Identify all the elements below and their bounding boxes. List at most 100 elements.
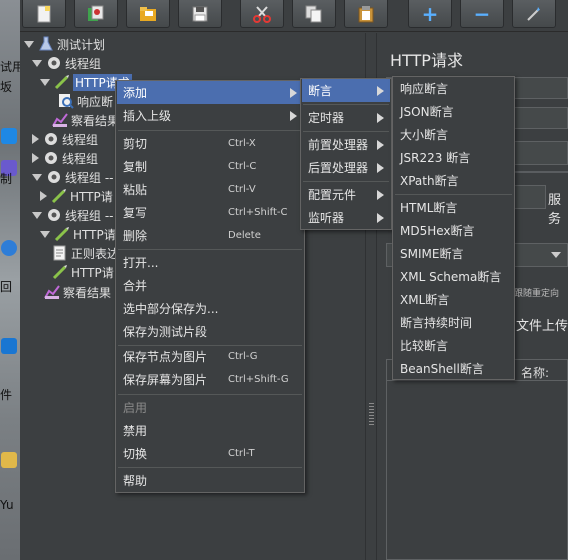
desktop-app-icon[interactable]: [1, 240, 17, 256]
menu-item-xpath-assertion[interactable]: XPath断言: [394, 169, 513, 192]
menu-item-add[interactable]: 添加: [117, 81, 303, 104]
new-button[interactable]: [22, 0, 66, 28]
submenu-arrow-icon: [290, 110, 297, 121]
menu-item-pre-processors[interactable]: 前置处理器: [302, 133, 390, 156]
menu-item-cut[interactable]: 剪切 Ctrl-X: [117, 132, 303, 155]
tree-node[interactable]: 测试计划: [24, 35, 105, 53]
menu-item-save-test-fragment[interactable]: 保存为测试片段: [117, 320, 303, 343]
menu-item-md5hex-assertion[interactable]: MD5Hex断言: [394, 219, 513, 242]
view-results-graph-icon: [44, 285, 60, 299]
expand-arrow-icon[interactable]: [32, 173, 42, 181]
new-document-icon: [37, 5, 51, 22]
menu-item-config-elements[interactable]: 配置元件: [302, 183, 390, 206]
menu-item-help[interactable]: 帮助: [117, 469, 303, 492]
tree-node[interactable]: 察看结果: [52, 111, 119, 129]
http-sampler-pen-icon: [51, 189, 66, 204]
save-button[interactable]: [178, 0, 222, 28]
menu-item-compare-assertion[interactable]: 比较断言: [394, 334, 513, 357]
menu-item-copy[interactable]: 复制 Ctrl-C: [117, 155, 303, 178]
menu-item-beanshell-assertion[interactable]: BeanShell断言: [394, 357, 513, 380]
tree-node[interactable]: 正则表达: [52, 244, 119, 262]
expand-arrow-icon[interactable]: [32, 211, 42, 219]
menu-item-save-selection[interactable]: 选中部分保存为...: [117, 297, 303, 320]
tree-node[interactable]: 线程组 --: [32, 206, 113, 224]
shortcut-label: Ctrl-X: [228, 138, 256, 149]
collapse-arrow-icon[interactable]: [40, 191, 47, 201]
menu-item-jsr223-assertion[interactable]: JSR223 断言: [394, 146, 513, 169]
tree-node[interactable]: 响应断: [58, 92, 113, 110]
http-sampler-pen-icon: [52, 265, 67, 280]
parameters-table: 名称:: [386, 359, 568, 560]
menu-item-save-node-image[interactable]: 保存节点为图片 Ctrl-G: [117, 345, 303, 368]
expand-arrow-icon[interactable]: [32, 59, 42, 67]
collapse-minus-icon: −: [473, 1, 491, 26]
tree-node[interactable]: 线程组: [32, 149, 98, 167]
tree-node[interactable]: HTTP请: [40, 225, 116, 243]
menu-item-post-processors[interactable]: 后置处理器: [302, 156, 390, 179]
tree-node[interactable]: 线程组: [32, 54, 101, 72]
menu-item-toggle[interactable]: 切换 Ctrl-T: [117, 442, 303, 465]
tree-node[interactable]: 察看结果: [44, 283, 111, 301]
expand-arrow-icon[interactable]: [24, 40, 34, 48]
menu-item-open[interactable]: 打开...: [117, 251, 303, 274]
splitter-grip-icon[interactable]: [369, 403, 374, 425]
save-icon: [192, 6, 208, 21]
shortcut-label: Ctrl-G: [228, 351, 258, 362]
server-label: 服务: [548, 193, 562, 227]
templates-button[interactable]: [74, 0, 118, 28]
menu-item-delete[interactable]: 删除 Delete: [117, 224, 303, 247]
file-upload-tab[interactable]: 文件上传: [516, 315, 568, 334]
collapse-arrow-icon[interactable]: [32, 134, 39, 144]
menu-item-duration-assertion[interactable]: 断言持续时间: [394, 311, 513, 334]
menu-separator: [303, 104, 389, 105]
menu-item-disable[interactable]: 禁用: [117, 419, 303, 442]
paste-button[interactable]: [344, 0, 388, 28]
menu-item-json-assertion[interactable]: JSON断言: [394, 100, 513, 123]
redirect-checkbox-label[interactable]: 跟随重定向: [514, 286, 559, 299]
menu-item-response-assertion[interactable]: 响应断言: [394, 77, 513, 100]
desktop-text-fragment: Yu: [0, 498, 14, 512]
tree-node[interactable]: HTTP请: [40, 187, 113, 205]
menu-item-html-assertion[interactable]: HTML断言: [394, 196, 513, 219]
http-sampler-pen-icon: [54, 227, 69, 242]
tree-node-label: 响应断: [77, 94, 114, 109]
menu-item-paste[interactable]: 粘贴 Ctrl-V: [117, 178, 303, 201]
tree-node[interactable]: 线程组: [32, 130, 98, 148]
collapse-button[interactable]: −: [460, 0, 504, 28]
tree-node[interactable]: HTTP请: [52, 263, 114, 281]
submenu-arrow-icon: [377, 85, 384, 96]
menu-item-assertions[interactable]: 断言: [302, 79, 390, 102]
desktop-app-icon[interactable]: [1, 338, 17, 354]
menu-item-duplicate[interactable]: 复写 Ctrl+Shift-C: [117, 201, 303, 224]
menu-item-size-assertion[interactable]: 大小断言: [394, 123, 513, 146]
toggle-button[interactable]: [512, 0, 556, 28]
menu-item-timers[interactable]: 定时器: [302, 106, 390, 129]
menu-item-smime-assertion[interactable]: SMIME断言: [394, 242, 513, 265]
menu-separator: [118, 467, 302, 468]
tree-node-label: 正则表达: [71, 246, 120, 261]
collapse-arrow-icon[interactable]: [32, 153, 39, 163]
desktop-app-icon[interactable]: [1, 128, 17, 144]
menu-separator: [118, 394, 302, 395]
copy-button[interactable]: [292, 0, 336, 28]
column-header-name: 名称:: [521, 366, 550, 380]
tree-node-label: 线程组 --: [65, 208, 114, 223]
tree-node-label: HTTP请: [71, 265, 114, 280]
tree-node[interactable]: 线程组 --: [32, 168, 113, 186]
desktop-folder-icon[interactable]: [1, 452, 17, 468]
menu-item-xml-schema-assertion[interactable]: XML Schema断言: [394, 265, 513, 288]
expand-arrow-icon[interactable]: [40, 78, 50, 86]
menu-item-merge[interactable]: 合并: [117, 274, 303, 297]
submenu-arrow-icon: [377, 112, 384, 123]
cut-button[interactable]: [240, 0, 284, 28]
menu-item-xml-assertion[interactable]: XML断言: [394, 288, 513, 311]
tree-node-label: HTTP请: [73, 227, 116, 242]
menu-item-save-screen-image[interactable]: 保存屏幕为图片 Ctrl+Shift-G: [117, 368, 303, 391]
expand-button[interactable]: +: [408, 0, 452, 28]
menu-separator: [118, 249, 302, 250]
expand-arrow-icon[interactable]: [40, 230, 50, 238]
tree-node-label: 线程组: [65, 56, 102, 71]
menu-item-listeners[interactable]: 监听器: [302, 206, 390, 229]
open-button[interactable]: [126, 0, 170, 28]
menu-item-insert-parent[interactable]: 插入上级: [117, 104, 303, 127]
